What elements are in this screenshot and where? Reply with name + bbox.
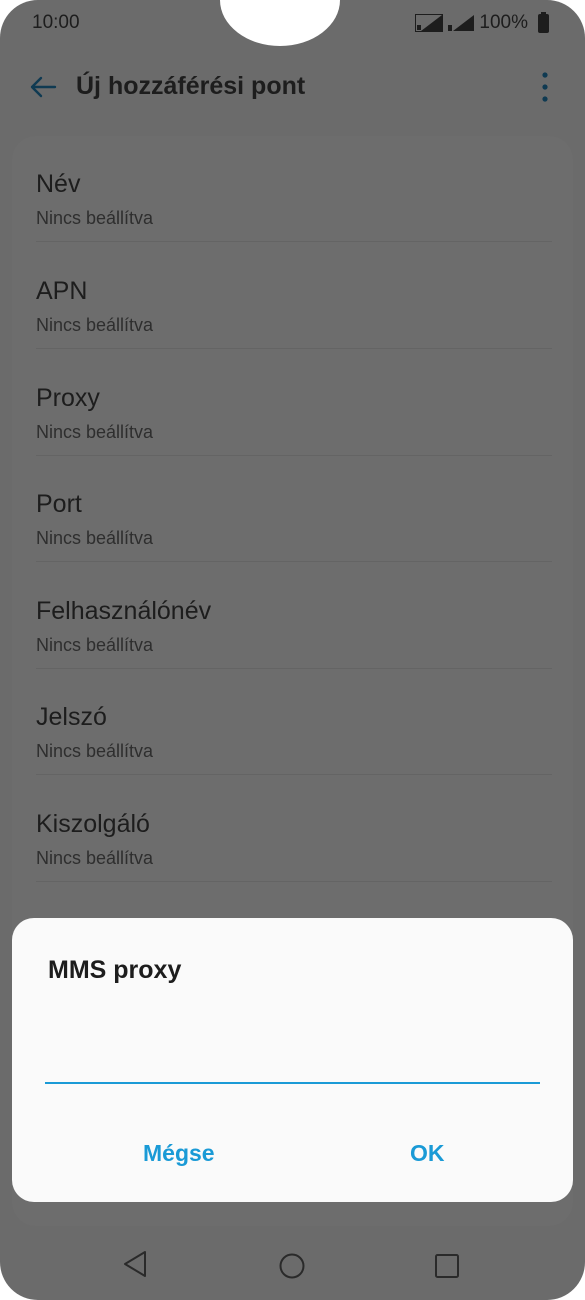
list-item-apn[interactable]: APN Nincs beállítva [36,243,552,349]
status-time: 10:00 [32,12,80,33]
item-title: Név [36,170,81,198]
list-item-proxy[interactable]: Proxy Nincs beállítva [36,350,552,456]
cancel-button[interactable]: Mégse [143,1140,215,1167]
item-value: Nincs beállítva [36,528,154,548]
item-value: Nincs beállítva [36,315,154,335]
app-header: Új hozzáférési pont [0,56,585,120]
item-value: Nincs beállítva [36,635,154,655]
item-title: Proxy [36,384,100,412]
ok-button[interactable]: OK [410,1140,445,1167]
item-value: Nincs beállítva [36,208,154,228]
arrow-left-icon[interactable] [28,72,58,102]
list-item-password[interactable]: Jelszó Nincs beállítva [36,669,552,775]
nav-home-icon[interactable] [278,1252,306,1285]
nav-recents-icon[interactable] [434,1253,460,1284]
battery-icon [538,11,549,33]
list-item-server[interactable]: Kiszolgáló Nincs beállítva [36,776,552,882]
item-value: Nincs beállítva [36,848,154,868]
dialog-title: MMS proxy [48,956,182,984]
more-vertical-icon[interactable] [535,70,555,104]
item-title: APN [36,277,88,305]
battery-percent: 100% [479,12,528,33]
sim2-signal-icon [447,14,475,32]
item-title: Port [36,490,82,518]
nav-back-icon[interactable] [122,1250,148,1283]
item-title: Kiszolgáló [36,810,150,838]
sim1-signal-icon [415,14,444,32]
status-bar: 10:00 100% [0,0,585,46]
navigation-bar [0,1226,585,1300]
mms-proxy-input[interactable] [45,1038,540,1084]
item-title: Felhasználónév [36,597,212,625]
list-item-username[interactable]: Felhasználónév Nincs beállítva [36,563,552,669]
status-icons: 100% [415,11,549,34]
list-item-port[interactable]: Port Nincs beállítva [36,456,552,562]
page-title: Új hozzáférési pont [76,72,306,100]
item-title: Jelszó [36,703,107,731]
item-value: Nincs beállítva [36,741,154,761]
mms-proxy-dialog: MMS proxy Mégse OK [12,918,573,1202]
item-value: Nincs beállítva [36,422,154,442]
list-item-name[interactable]: Név Nincs beállítva [36,136,552,242]
phone-screen: 10:00 100% Új hozzáférési pont Név Nincs… [0,0,585,1300]
